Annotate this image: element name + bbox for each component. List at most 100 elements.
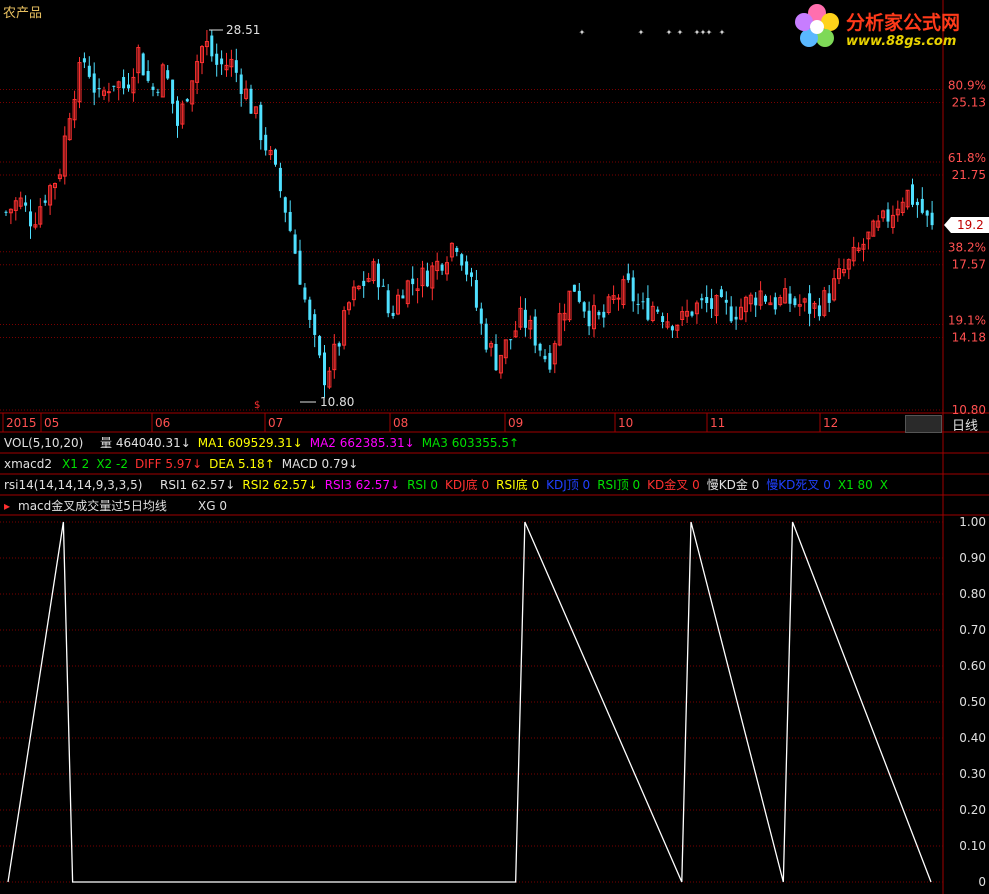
xg-tick-label: 0.30 [959, 767, 986, 781]
indicator-name: macd金叉成交量过5日均线 [18, 499, 167, 513]
candle-body-down [318, 336, 322, 356]
candle-body-down [112, 85, 116, 87]
macd-indicator-line[interactable]: xmacd2 X1 2 X2 -2 DIFF 5.97↓ DEA 5.18↑ MACD … [0, 457, 989, 477]
candle-body-down [171, 79, 175, 104]
candle-body-down [827, 293, 831, 303]
candle-body-down [523, 309, 527, 328]
candle-body-down [597, 311, 601, 316]
candle-body-down [82, 58, 86, 63]
macd-values: X1 2 X2 -2 DIFF 5.97↓ DEA 5.18↑ MACD 0.79↓ [62, 457, 365, 471]
pct-tick-label: 80.9% [948, 79, 986, 93]
candle-body-down [4, 211, 8, 213]
rsi-item-1: RSI2 62.57↓ [242, 478, 318, 492]
candle-body-down [313, 314, 317, 335]
stock-name-title: 农产品 [3, 6, 43, 21]
candle-body-down [631, 277, 635, 302]
candle-body-down [920, 198, 924, 213]
price-tick-label: 25.13 [952, 96, 986, 110]
candle-body-down [690, 311, 694, 316]
xg-tick-label: 0.90 [959, 551, 986, 565]
date-tick-label: 07 [268, 416, 283, 430]
rsi-indicator-line[interactable]: rsi14(14,14,14,9,3,3,5) RSI1 62.57↓ RSI2 … [0, 478, 989, 498]
candle-body-down [710, 298, 714, 309]
candle-body-down [151, 86, 155, 90]
candle-body-down [925, 210, 929, 216]
candle-body-down [274, 149, 277, 165]
pct-tick-label: 19.1% [948, 313, 986, 327]
candle-body-down [455, 247, 459, 252]
scroll-thumb[interactable] [905, 415, 942, 433]
rsi-item-7: RSI顶 0 [597, 478, 641, 492]
top-signal-icon: ✦ [579, 28, 586, 37]
candle-body-down [582, 302, 586, 312]
candle-body-up [106, 91, 111, 94]
candle-body-down [97, 87, 101, 90]
candle-body-down [24, 202, 28, 206]
rsi-item-0: RSI1 62.57↓ [160, 478, 236, 492]
candle-body-down [215, 53, 219, 65]
candle-body-down [210, 35, 214, 57]
date-tick-label: 08 [393, 416, 408, 430]
candle-body-down [602, 311, 606, 318]
rsi-item-8: KD金叉 0 [647, 478, 700, 492]
candle-body-down [577, 290, 581, 302]
candle-body-down [166, 70, 170, 79]
logo-name: 分析家公式网 [846, 12, 961, 34]
candle-body-down [719, 289, 723, 298]
candle-body-down [656, 309, 660, 312]
rsi-values: RSI1 62.57↓ RSI2 62.57↓ RSI3 62.57↓ RSI 0 KD… [160, 478, 895, 492]
candle-body-down [303, 287, 307, 300]
date-tick-label: 06 [155, 416, 170, 430]
top-signal-icon: ✦ [666, 28, 673, 37]
candle-body-down [239, 74, 243, 94]
rsi-item-4: KDJ底 0 [445, 478, 490, 492]
candle-body-down [249, 88, 253, 114]
candle-body-down [141, 53, 145, 76]
candle-body-down [548, 353, 552, 370]
candle-body-down [278, 167, 282, 192]
date-tick-label: 05 [44, 416, 59, 430]
vol-indicator-line[interactable]: VOL(5,10,20) 量 464040.31↓ MA1 609529.31↓ M… [0, 436, 989, 456]
candle-body-down [185, 99, 189, 102]
candle-body-down [288, 211, 292, 231]
candle-body-down [376, 263, 380, 288]
candle-body-down [538, 343, 542, 351]
candle-body-down [127, 84, 130, 89]
low-price-label: 10.80 [320, 395, 354, 409]
candle-body-down [484, 323, 488, 350]
candle-body-down [29, 211, 32, 227]
candle-body-down [401, 295, 405, 299]
candle-body-down [754, 297, 758, 306]
candle-body-down [298, 250, 302, 285]
candle-body-down [259, 104, 263, 141]
candle-body-down [670, 326, 674, 331]
candle-body-down [705, 297, 709, 303]
candle-body-down [411, 278, 415, 285]
candle-body-down [734, 316, 738, 320]
candle-body-down [176, 100, 179, 126]
collapse-arrow-icon[interactable]: ▸ [4, 499, 10, 513]
candle-body-down [337, 343, 341, 347]
top-signal-icon: ✦ [719, 28, 726, 37]
period-label[interactable]: 日线 [952, 415, 978, 434]
candle-body-down [626, 273, 630, 281]
candle-body-down [122, 77, 126, 89]
candle-body-down [661, 316, 665, 323]
candle-body-down [460, 254, 464, 266]
rsi-item-3: RSI 0 [407, 478, 439, 492]
candle-body-down [362, 280, 366, 286]
rsi-name: rsi14(14,14,14,9,3,3,5) [4, 478, 143, 492]
vol-item-1: MA1 609529.31↓ [197, 436, 303, 450]
candle-body-down [773, 297, 777, 310]
candle-body-down [391, 312, 395, 317]
vol-item-0: 量 464040.31↓ [100, 436, 191, 450]
candle-body-down [220, 58, 224, 65]
rsi-item-10: 慢KD死叉 0 [766, 478, 831, 492]
high-price-label: 28.51 [226, 23, 260, 37]
candle-body-down [930, 212, 934, 226]
candle-body-down [729, 306, 733, 322]
vol-values: 量 464040.31↓ MA1 609529.31↓ MA2 662385.31↓… [100, 436, 526, 450]
xg-indicator-line[interactable]: ▸ macd金叉成交量过5日均线 XG 0 [0, 499, 989, 519]
price-tick-label: 14.18 [952, 330, 986, 344]
candle-body-down [788, 293, 792, 304]
